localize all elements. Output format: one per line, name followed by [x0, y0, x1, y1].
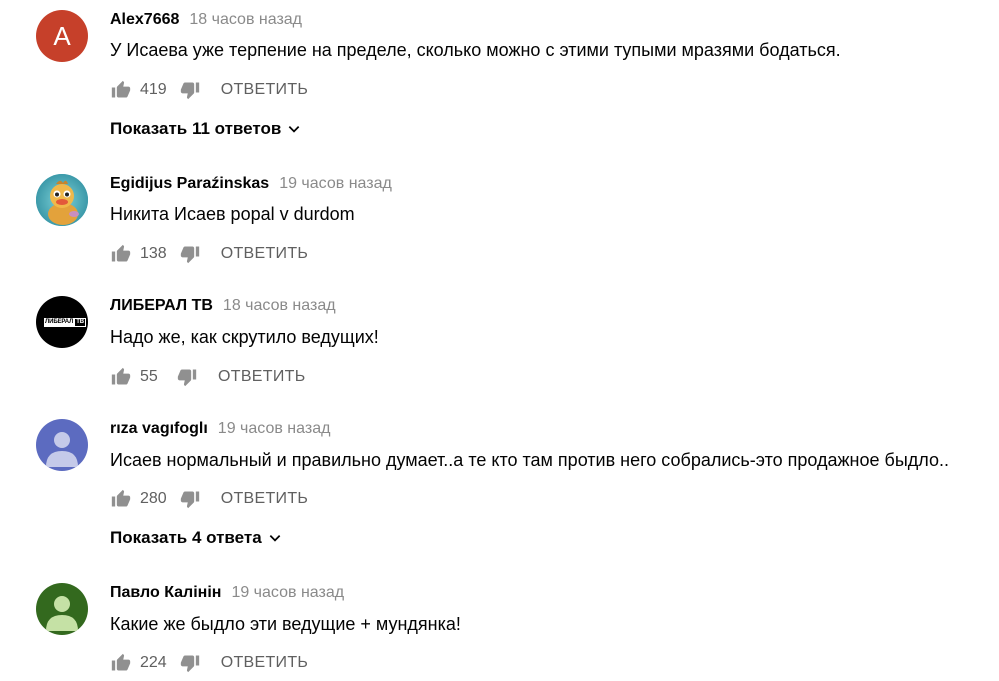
like-button[interactable] — [110, 79, 132, 101]
like-count: 138 — [140, 245, 167, 262]
comment-text: Надо же, как скрутило ведущих! — [110, 327, 379, 347]
comment-header: Павло Калінін 19 часов назад — [110, 584, 344, 604]
thumb-up-icon — [111, 244, 131, 262]
comment-actions: 138 ОТВЕТИТЬ — [110, 242, 308, 266]
thumb-up-icon — [111, 653, 131, 671]
comment-actions: 55 ОТВЕТИТЬ — [110, 365, 306, 389]
like-count: 419 — [140, 81, 167, 98]
reply-button[interactable]: ОТВЕТИТЬ — [221, 245, 309, 263]
timestamp[interactable]: 19 часов назад — [231, 584, 344, 602]
comment-text: Исаев нормальный и правильно думает..а т… — [110, 450, 949, 470]
comment-text: Никита Исаев popal v durdom — [110, 204, 355, 224]
liberal-tv-logo: ЛИБЕРАЛ ТВ — [44, 318, 87, 327]
comment-header: rıza vagıfoglı 19 часов назад — [110, 420, 330, 440]
dislike-button[interactable] — [179, 79, 201, 101]
thumb-up-icon — [111, 80, 131, 98]
default-user-icon — [46, 432, 78, 467]
dislike-button[interactable] — [176, 366, 198, 388]
show-replies-label: Показать 11 ответов — [110, 119, 282, 138]
reply-button[interactable]: ОТВЕТИТЬ — [221, 81, 309, 99]
author-name[interactable]: Alex7668 — [110, 11, 179, 29]
like-count: 55 — [140, 368, 158, 385]
show-replies-label: Показать 4 ответа — [110, 528, 262, 547]
chevron-down-icon — [268, 531, 282, 545]
timestamp[interactable]: 18 часов назад — [189, 11, 302, 29]
default-user-icon — [46, 596, 78, 631]
like-button[interactable] — [110, 243, 132, 265]
show-replies-button[interactable]: Показать 11 ответов — [110, 117, 301, 141]
dislike-button[interactable] — [179, 243, 201, 265]
chevron-down-icon — [287, 122, 301, 136]
reply-button[interactable]: ОТВЕТИТЬ — [218, 368, 306, 386]
like-button[interactable] — [110, 488, 132, 510]
avatar[interactable] — [36, 419, 88, 471]
thumb-down-icon — [180, 246, 199, 264]
comment-text: Какие же быдло эти ведущие + мундянка! — [110, 614, 461, 634]
avatar[interactable]: A — [36, 10, 88, 62]
comment-header: ЛИБЕРАЛ ТВ 18 часов назад — [110, 297, 336, 317]
comment-text: У Исаева уже терпение на пределе, скольк… — [110, 40, 841, 60]
comment-actions: 419 ОТВЕТИТЬ — [110, 78, 308, 102]
duck-avatar-image — [36, 174, 88, 226]
comment-actions: 280 ОТВЕТИТЬ — [110, 487, 308, 511]
like-button[interactable] — [110, 366, 132, 388]
timestamp[interactable]: 19 часов назад — [218, 420, 331, 438]
thumb-down-icon — [180, 655, 199, 673]
reply-button[interactable]: ОТВЕТИТЬ — [221, 654, 309, 672]
thumb-down-icon — [180, 82, 199, 100]
timestamp[interactable]: 18 часов назад — [223, 297, 336, 315]
thumb-down-icon — [180, 491, 199, 509]
timestamp[interactable]: 19 часов назад — [279, 175, 392, 193]
avatar[interactable]: ЛИБЕРАЛ ТВ — [36, 296, 88, 348]
thumb-up-icon — [111, 489, 131, 507]
show-replies-button[interactable]: Показать 4 ответа — [110, 526, 282, 550]
like-count: 224 — [140, 654, 167, 671]
reply-button[interactable]: ОТВЕТИТЬ — [221, 490, 309, 508]
author-name[interactable]: Egidijus Paraźinskas — [110, 175, 269, 193]
comment-header: Egidijus Paraźinskas 19 часов назад — [110, 175, 392, 195]
avatar[interactable] — [36, 583, 88, 635]
author-name[interactable]: ЛИБЕРАЛ ТВ — [110, 297, 213, 315]
dislike-button[interactable] — [179, 488, 201, 510]
avatar[interactable] — [36, 174, 88, 226]
thumb-down-icon — [177, 369, 197, 387]
like-button[interactable] — [110, 652, 132, 674]
author-name[interactable]: rıza vagıfoglı — [110, 420, 208, 438]
author-name[interactable]: Павло Калінін — [110, 584, 221, 602]
like-count: 280 — [140, 490, 167, 507]
dislike-button[interactable] — [179, 652, 201, 674]
comment-actions: 224 ОТВЕТИТЬ — [110, 651, 308, 675]
thumb-up-icon — [111, 367, 131, 385]
comment-header: Alex7668 18 часов назад — [110, 11, 302, 31]
